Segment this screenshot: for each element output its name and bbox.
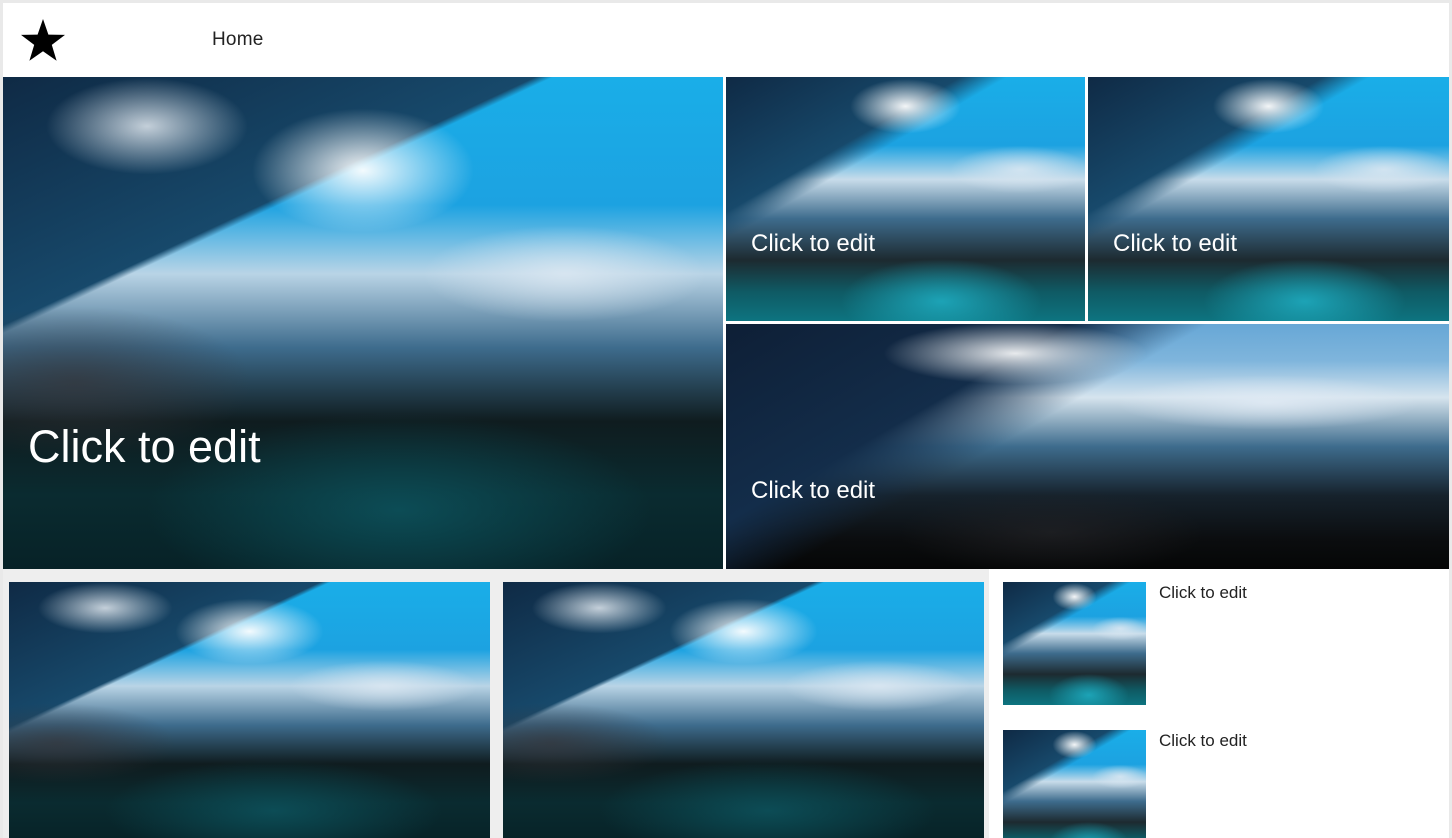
star-icon[interactable] (19, 16, 67, 64)
navbar: Home (3, 3, 1449, 77)
hero-wide-caption[interactable]: Click to edit (751, 477, 875, 505)
nav-link-home[interactable]: Home (212, 29, 263, 51)
hero-top-left-tile[interactable]: Click to edit (726, 77, 1085, 321)
side-list-thumbnail[interactable] (1003, 730, 1146, 838)
page-frame: Home Click to edit Click to edit Click t… (3, 3, 1449, 838)
hero-main-tile[interactable]: Click to edit (3, 77, 723, 569)
hero-wide-tile[interactable]: Click to edit (726, 324, 1449, 569)
side-list-item-caption[interactable]: Click to edit (1159, 583, 1247, 603)
hero-top-right-caption[interactable]: Click to edit (1113, 230, 1237, 258)
hero-top-right-tile[interactable]: Click to edit (1088, 77, 1449, 321)
featured-image-2[interactable] (503, 582, 984, 838)
side-list-thumbnail[interactable] (1003, 582, 1146, 705)
hero-main-caption[interactable]: Click to edit (28, 421, 261, 473)
featured-image-1[interactable] (9, 582, 490, 838)
hero-top-left-caption[interactable]: Click to edit (751, 230, 875, 258)
side-list-item-caption[interactable]: Click to edit (1159, 731, 1247, 751)
